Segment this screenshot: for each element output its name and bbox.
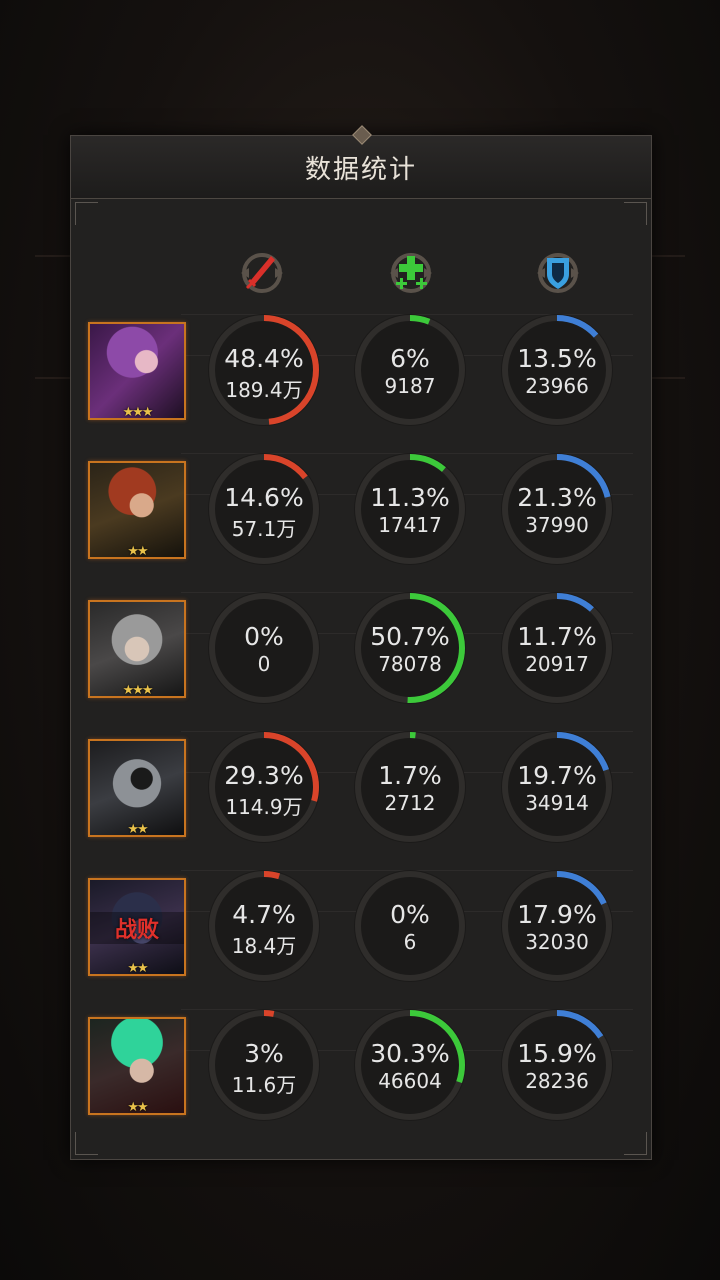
hero-row: ★★★ 0% 0 50.7% 78078 11.7% 20917 [71, 544, 651, 704]
damage-value: 0 [257, 652, 271, 676]
heal-percent: 6% [390, 344, 430, 373]
damage-value: 189.4万 [225, 378, 303, 402]
panel-header: 数据统计 [71, 125, 651, 199]
shield-percent: 17.9% [517, 900, 597, 929]
damage-value: 114.9万 [225, 795, 303, 819]
damage-value: 57.1万 [231, 517, 297, 541]
shield-value: 28236 [525, 1069, 589, 1093]
corner-ornament [624, 202, 647, 225]
shield-value: 23966 [525, 374, 589, 398]
shield-percent: 19.7% [517, 761, 597, 790]
heal-percent: 50.7% [370, 622, 450, 651]
heal-value: 9187 [384, 374, 436, 398]
hero-portrait-art [90, 741, 184, 835]
heal-value: 17417 [378, 513, 442, 537]
shield-percent: 13.5% [517, 344, 597, 373]
hero-portrait-art [90, 1019, 184, 1113]
hero-portrait-art [90, 324, 184, 418]
shield-percent: 11.7% [517, 622, 597, 651]
shield-ring: 15.9% 28236 [499, 1007, 615, 1123]
hero-row: ★★ 3% 11.6万 30.3% 46604 15.9% 28236 [71, 961, 651, 1121]
heal-percent: 1.7% [378, 761, 442, 790]
shield-percent: 21.3% [517, 483, 597, 512]
heal-ring: 30.3% 46604 [352, 1007, 468, 1123]
defeated-label: 战败 [90, 912, 184, 944]
shield-value: 37990 [525, 513, 589, 537]
heal-value: 2712 [384, 791, 436, 815]
hero-row: ★★ 14.6% 57.1万 11.3% 17417 21.3% 37990 [71, 405, 651, 565]
shield-value: 20917 [525, 652, 589, 676]
heal-percent: 30.3% [370, 1039, 450, 1068]
damage-percent: 29.3% [224, 761, 304, 790]
stats-panel: 数据统计 ★★★ 48.4% 189.4万 6% 9187 13.5% 23966 ★★ 14.… [70, 125, 652, 1160]
hero-portrait-art [90, 602, 184, 696]
heal-value: 46604 [378, 1069, 442, 1093]
shield-percent: 15.9% [517, 1039, 597, 1068]
damage-percent: 4.7% [232, 900, 296, 929]
damage-percent: 14.6% [224, 483, 304, 512]
hero-row: ★★★ 48.4% 189.4万 6% 9187 13.5% 23966 [71, 266, 651, 426]
heal-value: 78078 [378, 652, 442, 676]
heal-percent: 0% [390, 900, 430, 929]
damage-percent: 3% [244, 1039, 284, 1068]
damage-ring: 3% 11.6万 [206, 1007, 322, 1123]
hero-portrait-art [90, 463, 184, 557]
damage-value: 11.6万 [231, 1073, 297, 1097]
heal-value: 6 [403, 930, 417, 954]
damage-percent: 0% [244, 622, 284, 651]
hero-row: ★★ 29.3% 114.9万 1.7% 2712 19.7% 34914 [71, 683, 651, 843]
corner-ornament [75, 202, 98, 225]
star-rating: ★★ [127, 1100, 148, 1115]
panel-title: 数据统计 [304, 154, 417, 185]
shield-value: 34914 [525, 791, 589, 815]
corner-ornament [624, 1132, 647, 1155]
heal-percent: 11.3% [370, 483, 450, 512]
hero-portrait[interactable]: ★★ [88, 1017, 186, 1115]
corner-ornament [75, 1132, 98, 1155]
damage-percent: 48.4% [224, 344, 304, 373]
damage-value: 18.4万 [231, 934, 297, 958]
hero-row: 战败 ★★ 4.7% 18.4万 0% 6 17.9% 32030 [71, 822, 651, 982]
shield-value: 32030 [525, 930, 589, 954]
